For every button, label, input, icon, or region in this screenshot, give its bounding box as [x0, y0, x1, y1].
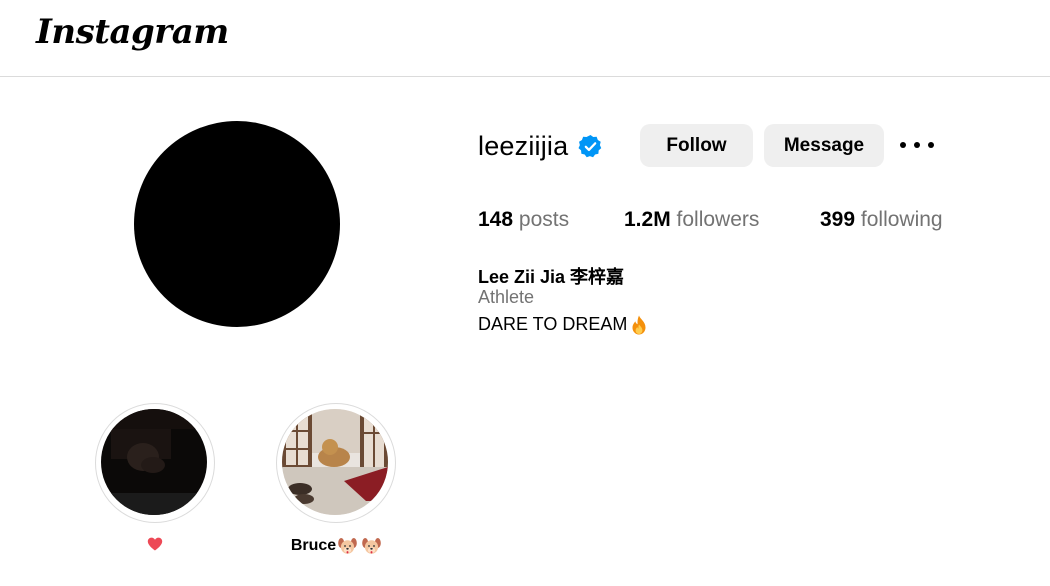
instagram-logo[interactable]: Instagram [36, 12, 229, 52]
profile-stats: 148 posts 1.2M followers 399 following [478, 208, 998, 236]
highlight-label [75, 537, 235, 551]
heart-emoji-icon [147, 537, 163, 551]
posts-stat[interactable]: 148 posts [478, 208, 569, 232]
more-options-icon[interactable] [900, 134, 934, 156]
posts-count: 148 [478, 208, 514, 231]
profile-avatar[interactable] [134, 121, 340, 327]
following-stat[interactable]: 399 following [820, 208, 943, 232]
profile-username: leeziijia [478, 130, 569, 161]
following-count: 399 [820, 208, 856, 231]
message-button[interactable]: Message [764, 124, 884, 167]
bio-text: DARE TO DREAM [478, 314, 628, 334]
followers-count: 1.2M [624, 208, 671, 231]
bio-full-name: Lee Zii Jia 李梓嘉 [478, 267, 625, 287]
dot [928, 142, 934, 148]
highlight-cover-image [282, 409, 388, 515]
username-row: leeziijia [478, 124, 603, 168]
follow-button[interactable]: Follow [640, 124, 753, 167]
verified-badge-icon [578, 134, 603, 159]
dog-face-emoji-icon [338, 537, 357, 555]
top-navigation-bar: Instagram [0, 0, 1050, 77]
followers-label: followers [676, 208, 760, 231]
dog-face-emoji-icon [362, 537, 381, 555]
bio-text-row: DARE TO DREAM [478, 312, 978, 337]
dot [900, 142, 906, 148]
bio-category: Athlete [478, 287, 535, 307]
posts-label: posts [518, 208, 570, 231]
highlight-cover-image [101, 409, 207, 515]
dot [914, 142, 920, 148]
profile-bio: Lee Zii Jia 李梓嘉 Athlete DARE TO DREAM [478, 263, 978, 337]
fire-emoji-icon [630, 315, 648, 335]
story-highlight[interactable] [95, 403, 215, 563]
highlight-label: Bruce [256, 537, 416, 555]
highlight-label-text: Bruce [290, 537, 337, 554]
story-highlight[interactable]: Bruce [276, 403, 396, 563]
following-label: following [860, 208, 943, 231]
followers-stat[interactable]: 1.2M followers [624, 208, 759, 232]
